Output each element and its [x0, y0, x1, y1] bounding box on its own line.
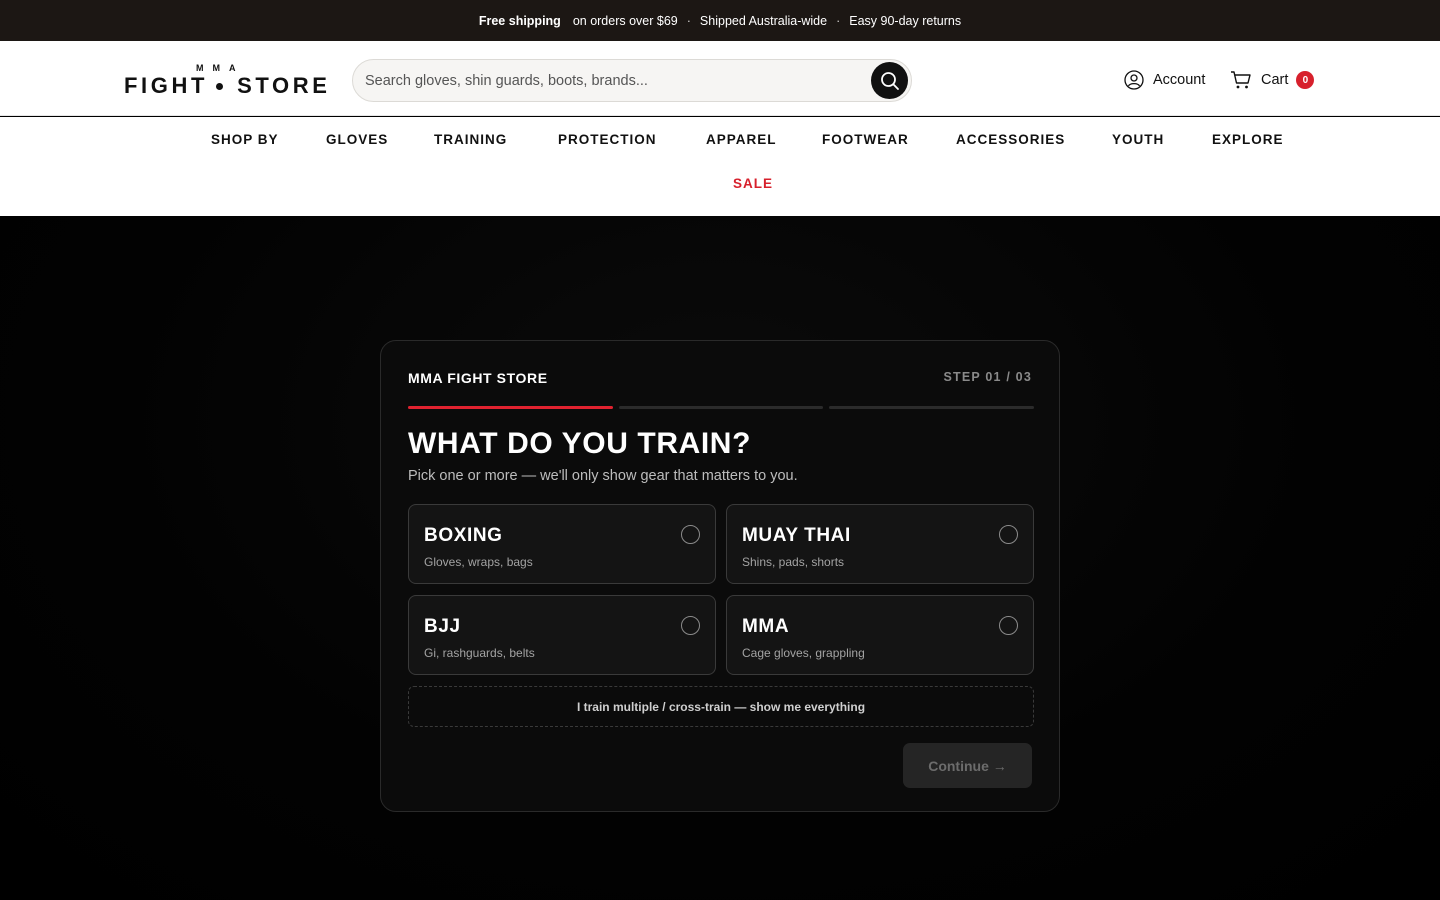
radio-icon[interactable] [999, 525, 1018, 544]
option-title: MUAY THAI [742, 525, 851, 546]
search-icon [880, 71, 899, 90]
option-title: BJJ [424, 616, 461, 637]
radio-icon[interactable] [681, 525, 700, 544]
option-description: Cage gloves, grappling [742, 646, 865, 660]
option-boxing[interactable]: BOXING Gloves, wraps, bags [408, 504, 716, 584]
nav-item-training[interactable]: TRAINING [434, 132, 507, 147]
cart-icon [1231, 71, 1251, 89]
nav-item-footwear[interactable]: FOOTWEAR [822, 132, 909, 147]
option-bjj[interactable]: BJJ Gi, rashguards, belts [408, 595, 716, 675]
nav-item-apparel[interactable]: APPAREL [706, 132, 777, 147]
cart-count-badge: 0 [1296, 71, 1315, 89]
nav-item-accessories[interactable]: ACCESSORIES [956, 132, 1065, 147]
option-title: MMA [742, 616, 790, 637]
logo-store-text: STORE [237, 73, 331, 98]
quiz-subtitle: Pick one or more — we'll only show gear … [408, 468, 798, 484]
progress-segment-1 [408, 406, 613, 409]
continue-button[interactable]: Continue → [903, 743, 1032, 788]
option-muay-thai[interactable]: MUAY THAI Shins, pads, shorts [726, 504, 1034, 584]
quiz-title: WHAT DO YOU TRAIN? [408, 427, 751, 460]
site-header: MMA FIGHT STORE Account Cart 0 [0, 41, 1440, 116]
announcement-returns: Easy 90-day returns [849, 13, 962, 28]
cross-train-button[interactable]: I train multiple / cross-train — show me… [408, 686, 1034, 727]
user-icon [1124, 70, 1144, 90]
cart-label: Cart [1261, 72, 1289, 88]
option-title: BOXING [424, 525, 503, 546]
quiz-progress-bar [408, 406, 1034, 410]
nav-item-sale[interactable]: SALE [733, 176, 773, 191]
announcement-shipping: Shipped Australia-wide [699, 13, 828, 28]
account-label: Account [1153, 72, 1206, 88]
quiz-brand: MMA FIGHT STORE [408, 370, 548, 386]
radio-icon[interactable] [999, 616, 1018, 635]
cart-link[interactable]: Cart 0 [1230, 69, 1315, 91]
option-description: Gi, rashguards, belts [424, 646, 535, 660]
progress-segment-3 [829, 406, 1034, 409]
announcement-separator: · [836, 13, 841, 28]
announcement-threshold: on orders over $69 [572, 13, 678, 28]
search-bar [352, 59, 912, 102]
logo-wordmark: FIGHT STORE [124, 73, 331, 99]
announcement-bar: Free shipping on orders over $69 · Shipp… [0, 0, 1440, 41]
nav-item-youth[interactable]: YOUTH [1112, 132, 1164, 147]
logo-fight-text: FIGHT [124, 73, 208, 98]
account-link[interactable]: Account [1124, 69, 1205, 91]
search-button[interactable] [871, 62, 908, 99]
nav-item-gloves[interactable]: GLOVES [326, 132, 388, 147]
search-input[interactable] [365, 60, 865, 101]
main-nav: SHOP BY GLOVES TRAINING PROTECTION APPAR… [0, 117, 1440, 216]
radio-icon[interactable] [681, 616, 700, 635]
logo-dot [216, 83, 223, 90]
option-description: Gloves, wraps, bags [424, 555, 533, 569]
progress-segment-2 [619, 406, 823, 409]
nav-item-shop-by[interactable]: SHOP BY [211, 132, 279, 147]
nav-item-explore[interactable]: EXPLORE [1212, 132, 1284, 147]
quiz-step-indicator: STEP 01 / 03 [943, 370, 1032, 384]
announcement-free-shipping: Free shipping [478, 13, 561, 28]
option-description: Shins, pads, shorts [742, 555, 845, 569]
training-quiz-modal: MMA FIGHT STORE STEP 01 / 03 WHAT DO YOU… [380, 340, 1060, 812]
option-mma[interactable]: MMA Cage gloves, grappling [726, 595, 1034, 675]
store-logo[interactable]: MMA FIGHT STORE [124, 63, 327, 98]
nav-item-protection[interactable]: PROTECTION [558, 132, 657, 147]
announcement-separator: · [686, 13, 691, 28]
logo-mma-text: MMA [196, 63, 245, 73]
